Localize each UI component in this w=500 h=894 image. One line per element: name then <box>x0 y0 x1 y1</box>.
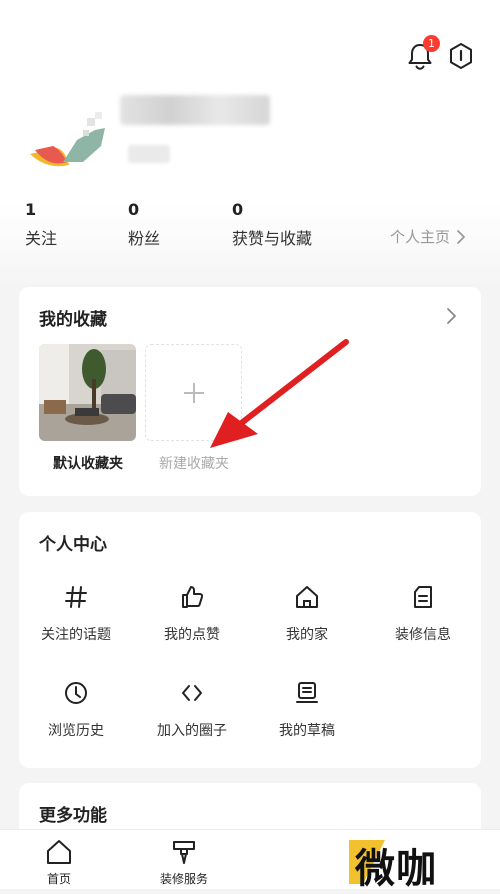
avatar[interactable] <box>27 110 109 174</box>
stat-label: 关注 <box>25 229 58 248</box>
grid-item-label: 我的点赞 <box>164 627 220 643</box>
notification-badge: 1 <box>423 35 440 52</box>
browse-history-item[interactable]: 浏览历史 <box>21 680 131 740</box>
nav-renovation-service[interactable]: 装修服务 <box>160 838 208 887</box>
more-functions-title: 更多功能 <box>39 806 107 826</box>
hash-icon <box>65 586 87 608</box>
stat-label: 粉丝 <box>128 229 161 248</box>
personal-center-title: 个人中心 <box>39 535 107 555</box>
grid-item-label: 关注的话题 <box>41 627 111 643</box>
stat-following[interactable]: 1 关注 <box>25 200 57 249</box>
stat-value: 0 <box>232 200 244 219</box>
chevron-right-icon <box>457 229 465 244</box>
clock-icon <box>65 682 87 704</box>
username-blurred <box>120 95 270 125</box>
my-likes-item[interactable]: 我的点赞 <box>137 584 247 644</box>
followed-topics-item[interactable]: 关注的话题 <box>21 584 131 644</box>
stat-value: 0 <box>128 200 140 219</box>
stat-value: 1 <box>25 200 37 219</box>
renovation-info-item[interactable]: 装修信息 <box>368 584 478 644</box>
watermark-text: 微咖 <box>355 846 437 892</box>
grid-item-label: 装修信息 <box>395 627 451 643</box>
personal-homepage-link[interactable]: 个人主页 <box>390 226 466 247</box>
watermark-logo: 微咖 <box>345 838 455 892</box>
home-icon <box>47 840 71 864</box>
grid-item-label: 我的草稿 <box>279 723 335 739</box>
service-icon <box>173 841 195 864</box>
stat-followers[interactable]: 0 粉丝 <box>128 200 160 249</box>
default-folder-thumbnail[interactable] <box>39 344 136 441</box>
personal-center-card: 个人中心 关注的话题 我的点赞 我的家 装修信息 浏览历史 加入的圈子 我的草稿 <box>19 512 481 768</box>
document-icon <box>414 586 432 608</box>
nav-label: 首页 <box>46 872 71 886</box>
nav-home[interactable]: 首页 <box>45 838 73 887</box>
annotation-arrow <box>210 339 349 448</box>
stat-likes-favorites[interactable]: 0 获赞与收藏 <box>232 200 312 249</box>
grid-item-label: 加入的圈子 <box>157 723 227 739</box>
code-icon <box>182 685 202 701</box>
chevron-right-icon[interactable] <box>445 307 457 325</box>
grid-item-label: 浏览历史 <box>48 723 104 739</box>
default-folder-label: 默认收藏夹 <box>53 456 123 472</box>
homepage-link-label: 个人主页 <box>390 228 451 246</box>
nav-label: 装修服务 <box>160 872 209 886</box>
user-tag-blurred <box>128 145 170 163</box>
favorites-title: 我的收藏 <box>39 310 107 330</box>
stat-label: 获赞与收藏 <box>232 229 313 248</box>
living-room-image <box>39 344 136 441</box>
joined-circles-item[interactable]: 加入的圈子 <box>137 680 247 740</box>
grid-item-label: 我的家 <box>286 627 328 643</box>
my-drafts-item[interactable]: 我的草稿 <box>252 680 362 740</box>
hexagon-info-icon[interactable] <box>446 41 476 71</box>
home-icon <box>296 586 318 608</box>
my-home-item[interactable]: 我的家 <box>252 584 362 644</box>
draft-icon <box>296 682 318 703</box>
thumbs-up-icon <box>182 586 204 608</box>
